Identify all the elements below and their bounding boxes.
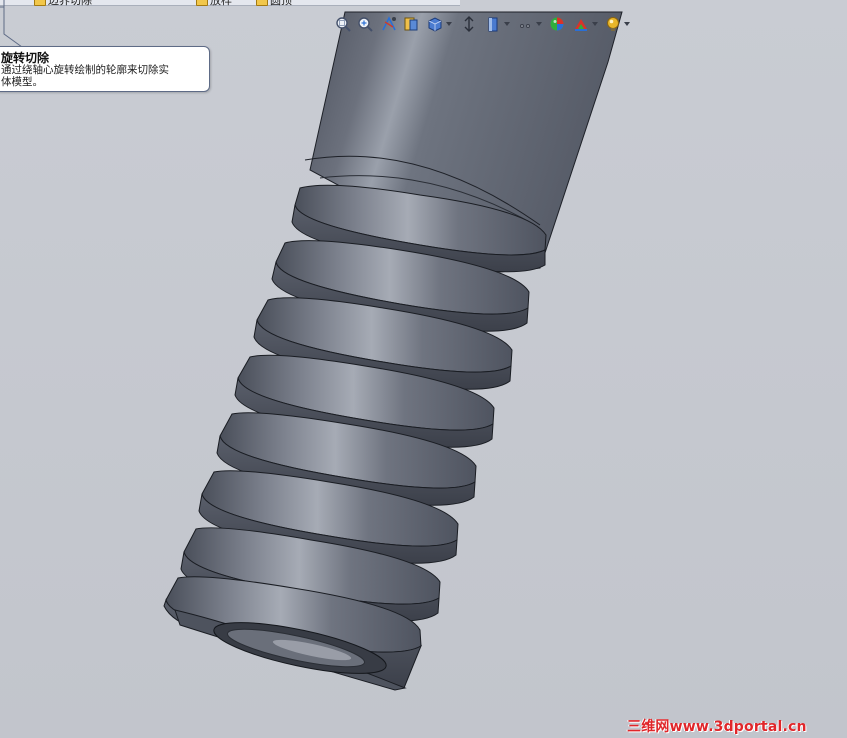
- previous-view-icon[interactable]: [380, 15, 398, 33]
- chevron-down-icon[interactable]: [536, 21, 542, 27]
- apply-scene-icon[interactable]: [548, 15, 566, 33]
- hide-show-items-icon[interactable]: [484, 15, 502, 33]
- tooltip-description-line: 通过绕轴心旋转绘制的轮廓来切除实: [1, 64, 169, 76]
- display-style-icon[interactable]: [460, 15, 478, 33]
- heads-up-view-toolbar: [334, 13, 634, 37]
- view-settings-icon[interactable]: [572, 15, 590, 33]
- tooltip-pointer: [0, 0, 23, 48]
- tooltip-description: 通过绕轴心旋转绘制的轮廓来切除实 体模型。: [1, 64, 201, 88]
- edit-appearance-icon[interactable]: [516, 15, 534, 33]
- tooltip-description-line: 体模型。: [1, 76, 43, 88]
- threaded-bolt-model[interactable]: [0, 0, 847, 738]
- chevron-down-icon[interactable]: [592, 21, 598, 27]
- section-view-icon[interactable]: [402, 15, 420, 33]
- lights-icon[interactable]: [604, 15, 622, 33]
- view-orientation-icon[interactable]: [426, 15, 444, 33]
- chevron-down-icon[interactable]: [504, 21, 510, 27]
- command-tooltip: 旋转切除 通过绕轴心旋转绘制的轮廓来切除实 体模型。: [0, 46, 210, 92]
- zoom-to-fit-icon[interactable]: [334, 15, 352, 33]
- chevron-down-icon[interactable]: [446, 21, 452, 27]
- zoom-to-area-icon[interactable]: [356, 15, 374, 33]
- site-watermark: 三维网www.3dportal.cn: [627, 719, 807, 735]
- chevron-down-icon[interactable]: [624, 21, 630, 27]
